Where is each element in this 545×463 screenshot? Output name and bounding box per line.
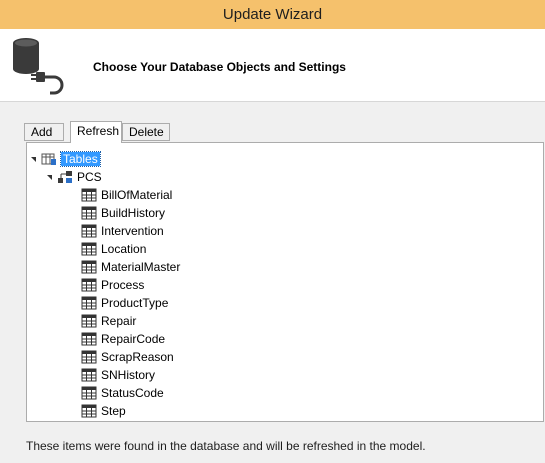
tree-node-label: ProductType xyxy=(101,296,169,310)
tab-delete[interactable]: Delete xyxy=(122,123,170,141)
table-icon xyxy=(81,296,97,310)
tree-node-label: BillOfMaterial xyxy=(101,188,173,202)
tree-node-table[interactable]: Repair xyxy=(81,312,136,330)
tree-node-table[interactable]: StatusCode xyxy=(81,384,164,402)
tree-node-label: PCS xyxy=(77,170,102,184)
tables-folder-icon xyxy=(41,153,56,165)
tree-node-label: StatusCode xyxy=(101,386,164,400)
table-icon xyxy=(81,350,97,364)
tree-node-table[interactable]: ProductType xyxy=(81,294,168,312)
expand-toggle-icon[interactable] xyxy=(47,174,52,180)
tree-node-label: Intervention xyxy=(101,224,164,238)
table-icon xyxy=(81,332,97,346)
tree-node-label: SNHistory xyxy=(101,368,156,382)
tree-node-table[interactable]: SNHistory xyxy=(81,366,155,384)
tree-node-label: Repair xyxy=(101,314,137,328)
tree-node-label: Tables xyxy=(60,151,101,167)
table-icon xyxy=(81,242,97,256)
tree-node-label: RepairCode xyxy=(101,332,166,346)
expand-toggle-icon[interactable] xyxy=(31,156,36,162)
tree-node-table[interactable]: Intervention xyxy=(81,222,164,240)
tree-node-table[interactable]: Location xyxy=(81,240,146,258)
tree-node-label: Process xyxy=(101,278,145,292)
table-icon xyxy=(81,386,97,400)
table-icon xyxy=(81,368,97,382)
status-message: These items were found in the database a… xyxy=(26,439,426,453)
tree-node-table[interactable]: ScrapReason xyxy=(81,348,174,366)
tree-node-label: BuildHistory xyxy=(101,206,166,220)
tree-node-schema-pcs[interactable]: PCS xyxy=(47,168,102,186)
tree-node-label: ScrapReason xyxy=(101,350,174,364)
tree-node-label: Step xyxy=(101,404,126,418)
database-plug-icon xyxy=(13,38,64,95)
wizard-header: Choose Your Database Objects and Setting… xyxy=(0,29,545,102)
table-icon xyxy=(81,188,97,202)
schema-icon xyxy=(58,171,72,183)
window-title: Update Wizard xyxy=(222,6,323,23)
tab-refresh[interactable]: Refresh xyxy=(70,121,122,143)
tree-node-table[interactable]: BuildHistory xyxy=(81,204,165,222)
table-icon xyxy=(81,260,97,274)
table-icon xyxy=(81,314,97,328)
tab-add[interactable]: Add xyxy=(24,123,64,141)
tree-node-table[interactable]: Process xyxy=(81,276,144,294)
tree-panel: Tables PCS BillOfMaterial BuildHistory Int… xyxy=(26,142,544,422)
tree-node-table[interactable]: Step xyxy=(81,402,126,420)
title-bar: Update Wizard xyxy=(0,0,545,30)
table-icon xyxy=(81,206,97,220)
tree-node-table[interactable]: MaterialMaster xyxy=(81,258,180,276)
tree-node-label: MaterialMaster xyxy=(101,260,181,274)
tree-node-label: Location xyxy=(101,242,147,256)
tree-node-tables[interactable]: Tables xyxy=(31,150,101,168)
table-icon xyxy=(81,278,97,292)
tree-node-table[interactable]: BillOfMaterial xyxy=(81,186,172,204)
table-icon xyxy=(81,404,97,418)
objects-tree: Tables PCS BillOfMaterial BuildHistory Int… xyxy=(27,143,543,421)
page-title: Choose Your Database Objects and Setting… xyxy=(93,60,346,74)
table-icon xyxy=(81,224,97,238)
tree-node-table[interactable]: RepairCode xyxy=(81,330,165,348)
